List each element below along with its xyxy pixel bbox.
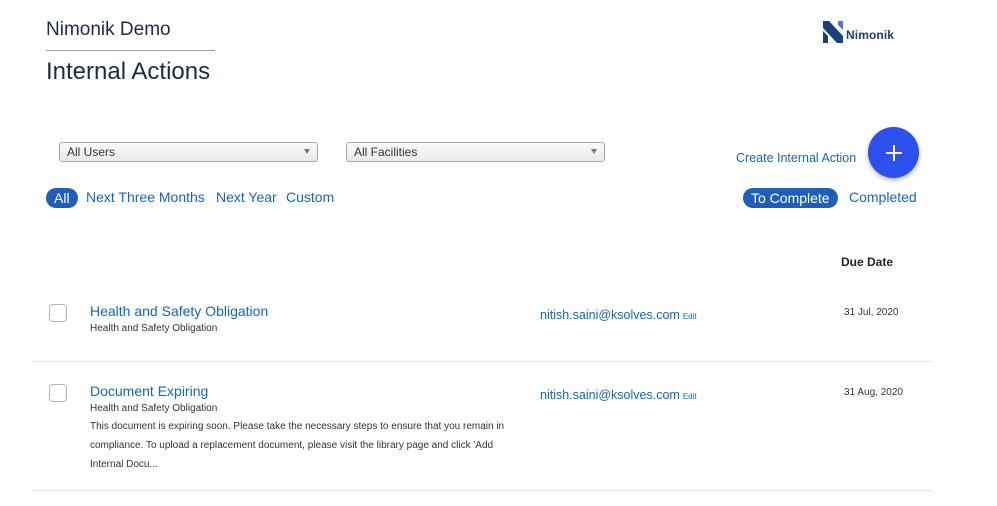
chevron-down-icon	[591, 149, 597, 154]
tab-completed[interactable]: Completed	[849, 189, 917, 205]
row-subtitle: Health and Safety Obligation	[90, 403, 218, 414]
nimonik-logo-mark-icon	[823, 21, 843, 43]
row-due-date: 31 Jul, 2020	[844, 307, 899, 318]
add-internal-action-button[interactable]	[868, 127, 919, 178]
user-select-value: All Users	[67, 145, 116, 159]
row-assignee[interactable]: nitish.saini@ksolves.com	[540, 388, 680, 402]
row-checkbox[interactable]	[49, 304, 67, 322]
row-divider	[32, 490, 932, 491]
row-description: This document is expiring soon. Please t…	[90, 421, 505, 470]
row-assignee-group: nitish.saini@ksolves.com Edit	[540, 306, 697, 324]
due-date-column-header: Due Date	[841, 255, 894, 269]
plus-icon	[885, 144, 902, 161]
user-select[interactable]: All Users	[59, 142, 318, 162]
facility-select-value: All Facilities	[354, 145, 418, 159]
create-internal-action-link[interactable]: Create Internal Action	[736, 151, 856, 165]
logo-text: Nimonik	[846, 28, 895, 42]
row-title[interactable]: Document Expiring	[90, 383, 208, 399]
tab-to-complete[interactable]: To Complete	[743, 188, 838, 208]
filter-all[interactable]: All	[46, 188, 78, 208]
edit-assignee-link[interactable]: Edit	[683, 392, 697, 401]
filter-next-three-months[interactable]: Next Three Months	[86, 189, 205, 205]
edit-assignee-link[interactable]: Edit	[683, 312, 697, 321]
chevron-down-icon	[304, 149, 310, 154]
page-title: Internal Actions	[46, 58, 211, 85]
row-subtitle: Health and Safety Obligation	[90, 323, 218, 334]
filter-custom[interactable]: Custom	[286, 189, 334, 205]
row-assignee-group: nitish.saini@ksolves.com Edit	[540, 386, 697, 404]
filter-next-year[interactable]: Next Year	[216, 189, 277, 205]
facility-select[interactable]: All Facilities	[346, 142, 605, 162]
row-divider	[32, 361, 932, 362]
org-name: Nimonik Demo	[46, 19, 171, 40]
row-checkbox[interactable]	[49, 384, 67, 402]
row-assignee[interactable]: nitish.saini@ksolves.com	[540, 308, 680, 322]
row-title[interactable]: Health and Safety Obligation	[90, 303, 268, 319]
nimonik-logo: Nimonik	[823, 21, 894, 43]
header-divider	[46, 50, 215, 51]
row-due-date: 31 Aug, 2020	[844, 387, 903, 398]
